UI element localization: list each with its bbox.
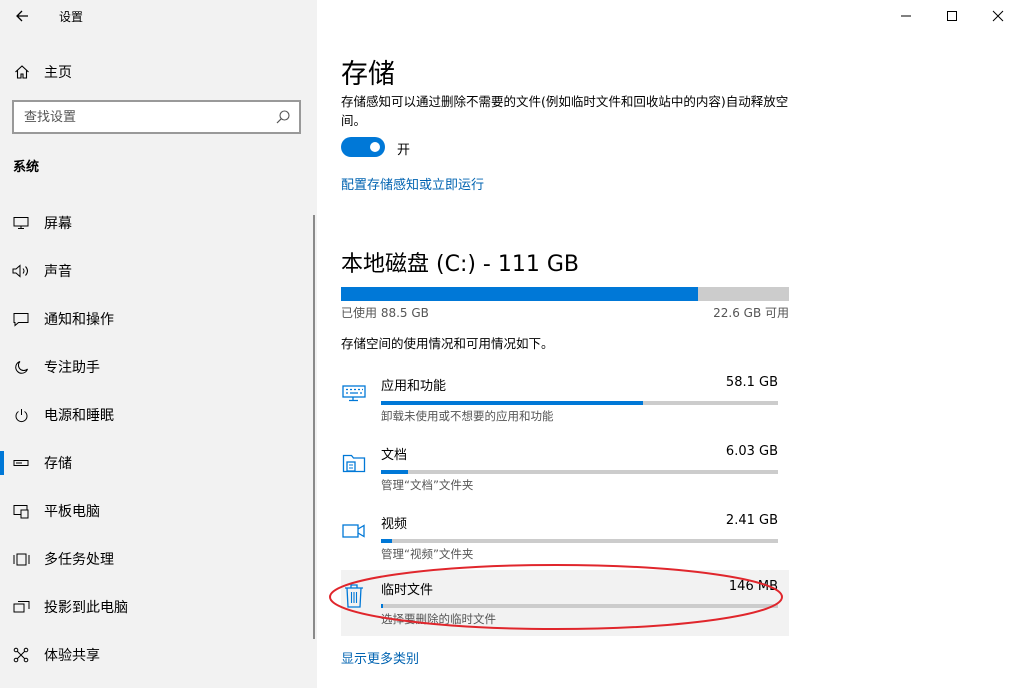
- search-box[interactable]: [12, 100, 301, 134]
- disk-title: 本地磁盘 (C:) - 111 GB: [341, 252, 579, 277]
- sidebar-item-label: 电源和睡眠: [44, 408, 114, 424]
- sidebar-item-notifications[interactable]: 通知和操作: [0, 295, 317, 343]
- category-size: 6.03 GB: [725, 444, 778, 459]
- home-icon: [14, 64, 30, 80]
- toggle-state-label: 开: [397, 143, 411, 158]
- app-title: 设置: [59, 9, 84, 24]
- sidebar-item-sound[interactable]: 声音: [0, 247, 317, 295]
- category-temp-files[interactable]: 临时文件 146 MB 选择要删除的临时文件: [341, 570, 789, 636]
- category-bar-fill: [381, 604, 383, 608]
- sidebar-item-project[interactable]: 投影到此电脑: [0, 583, 317, 631]
- back-arrow-icon: [16, 10, 28, 22]
- configure-storage-sense-link[interactable]: 配置存储感知或立即运行: [341, 174, 484, 193]
- disk-usage-fill: [341, 287, 699, 301]
- sidebar-item-label: 体验共享: [44, 648, 100, 664]
- category-apps[interactable]: 应用和功能 58.1 GB 卸载未使用或不想要的应用和功能: [341, 370, 789, 436]
- storage-sense-description: 存储感知可以通过删除不需要的文件(例如临时文件和回收站中的内容)自动释放空间。: [341, 94, 789, 128]
- category-size: 2.41 GB: [725, 513, 778, 528]
- home-label: 主页: [44, 65, 72, 81]
- category-desc: 管理“文档”文件夹: [381, 478, 474, 492]
- multitask-icon: [12, 552, 30, 567]
- sidebar-nav: 屏幕 声音 通知和操作 专注助手 电源和睡眠 存储 平板电脑 多任务处理 投影到…: [0, 199, 317, 679]
- folder-icon: [341, 449, 367, 475]
- toggle-knob: [370, 142, 380, 152]
- category-name: 应用和功能: [381, 379, 447, 394]
- category-size: 58.1 GB: [725, 375, 778, 390]
- search-icon[interactable]: [275, 109, 291, 129]
- category-name: 视频: [381, 517, 408, 532]
- category-bar-fill: [381, 470, 408, 474]
- sidebar-item-label: 通知和操作: [44, 312, 114, 328]
- category-name: 临时文件: [381, 583, 434, 598]
- sidebar-item-label: 平板电脑: [44, 504, 100, 520]
- sidebar-home[interactable]: 主页: [0, 56, 317, 88]
- titlebar-left: 设置: [0, 0, 317, 32]
- minimize-button[interactable]: [883, 0, 929, 32]
- category-desc: 选择要删除的临时文件: [381, 612, 496, 626]
- sidebar-item-label: 多任务处理: [44, 552, 114, 568]
- sidebar-item-power[interactable]: 电源和睡眠: [0, 391, 317, 439]
- search-input[interactable]: [14, 109, 264, 125]
- category-size: 146 MB: [728, 579, 778, 594]
- sidebar-item-storage[interactable]: 存储: [0, 439, 317, 487]
- category-name: 文档: [381, 448, 408, 463]
- tablet-icon: [12, 504, 30, 519]
- sidebar-scrollbar[interactable]: [313, 215, 315, 639]
- close-button[interactable]: [975, 0, 1021, 32]
- back-button[interactable]: [0, 0, 44, 32]
- category-bar: [381, 401, 778, 405]
- maximize-icon: [947, 11, 957, 21]
- category-bar: [381, 604, 778, 608]
- sidebar-item-label: 屏幕: [44, 216, 72, 232]
- disk-usage-bar: [341, 287, 789, 301]
- show-more-categories-link[interactable]: 显示更多类别: [341, 648, 419, 667]
- minimize-icon: [901, 15, 911, 17]
- sidebar-item-label: 声音: [44, 264, 72, 280]
- close-icon: [992, 10, 1004, 22]
- sidebar-item-display[interactable]: 屏幕: [0, 199, 317, 247]
- sidebar-item-shared-experiences[interactable]: 体验共享: [0, 631, 317, 679]
- sidebar-item-label: 投影到此电脑: [44, 600, 128, 616]
- category-bar: [381, 539, 778, 543]
- category-bar: [381, 470, 778, 474]
- moon-icon: [12, 360, 30, 375]
- category-bar-fill: [381, 401, 644, 405]
- category-desc: 卸载未使用或不想要的应用和功能: [381, 409, 554, 423]
- sidebar-item-tablet[interactable]: 平板电脑: [0, 487, 317, 535]
- storage-icon: [12, 459, 30, 467]
- power-icon: [12, 408, 30, 423]
- disk-free-label: 22.6 GB 可用: [713, 306, 789, 320]
- storage-sense-toggle[interactable]: [341, 137, 385, 157]
- category-videos[interactable]: 视频 2.41 GB 管理“视频”文件夹: [341, 508, 789, 574]
- section-heading: 系统: [13, 160, 40, 175]
- sidebar: 设置 主页 系统 屏幕 声音 通知和操作 专注助手: [0, 0, 317, 688]
- keyboard-icon: [341, 380, 367, 406]
- project-icon: [12, 600, 30, 615]
- trash-icon: [341, 583, 367, 609]
- monitor-icon: [12, 216, 30, 230]
- video-icon: [341, 518, 367, 544]
- sidebar-item-focus-assist[interactable]: 专注助手: [0, 343, 317, 391]
- share-icon: [12, 647, 30, 663]
- category-desc: 管理“视频”文件夹: [381, 547, 474, 561]
- maximize-button[interactable]: [929, 0, 975, 32]
- sidebar-item-label: 专注助手: [44, 360, 100, 376]
- notification-icon: [12, 312, 30, 327]
- usage-summary: 存储空间的使用情况和可用情况如下。: [341, 336, 554, 351]
- window-controls: [883, 0, 1021, 32]
- page-title: 存储: [341, 59, 395, 90]
- sidebar-item-label: 存储: [44, 456, 72, 472]
- sidebar-item-multitasking[interactable]: 多任务处理: [0, 535, 317, 583]
- category-documents[interactable]: 文档 6.03 GB 管理“文档”文件夹: [341, 439, 789, 505]
- speaker-icon: [12, 264, 30, 278]
- category-bar-fill: [381, 539, 392, 543]
